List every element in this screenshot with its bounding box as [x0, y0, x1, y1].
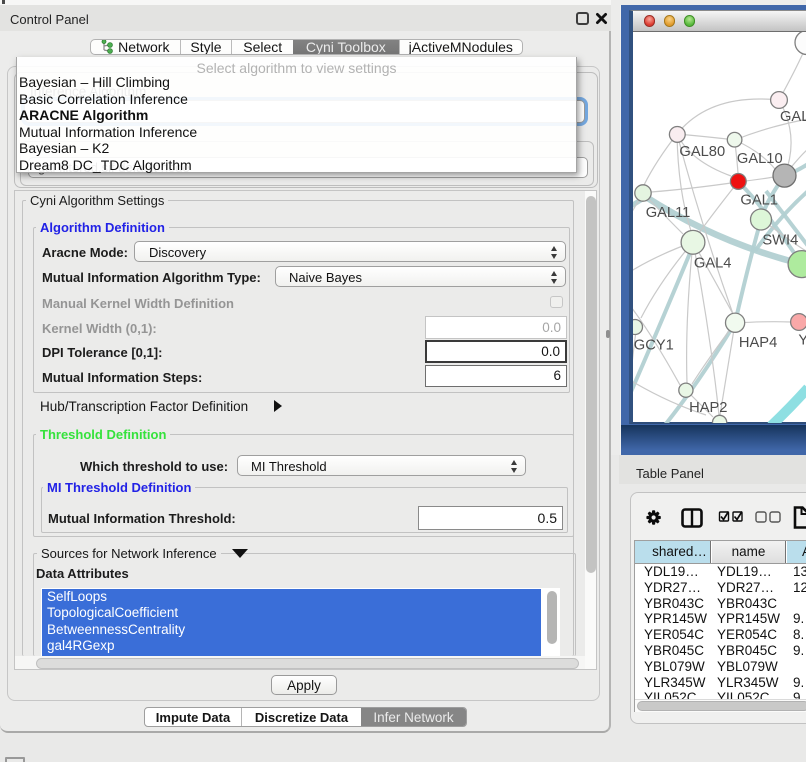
svg-text:GAL1: GAL1: [740, 193, 778, 209]
svg-text:HAP4: HAP4: [738, 335, 776, 351]
svg-text:GAL10: GAL10: [736, 151, 782, 167]
svg-text:GAL7: GAL7: [780, 109, 806, 125]
svg-text:GCY1: GCY1: [633, 338, 673, 354]
svg-text:GAL4: GAL4: [693, 256, 731, 272]
svg-text:GAL11: GAL11: [645, 205, 690, 221]
svg-text:HAP2: HAP2: [689, 400, 727, 416]
svg-text:GAL80: GAL80: [679, 144, 725, 160]
svg-text:SWI4: SWI4: [762, 233, 798, 249]
svg-text:Y: Y: [798, 333, 806, 349]
